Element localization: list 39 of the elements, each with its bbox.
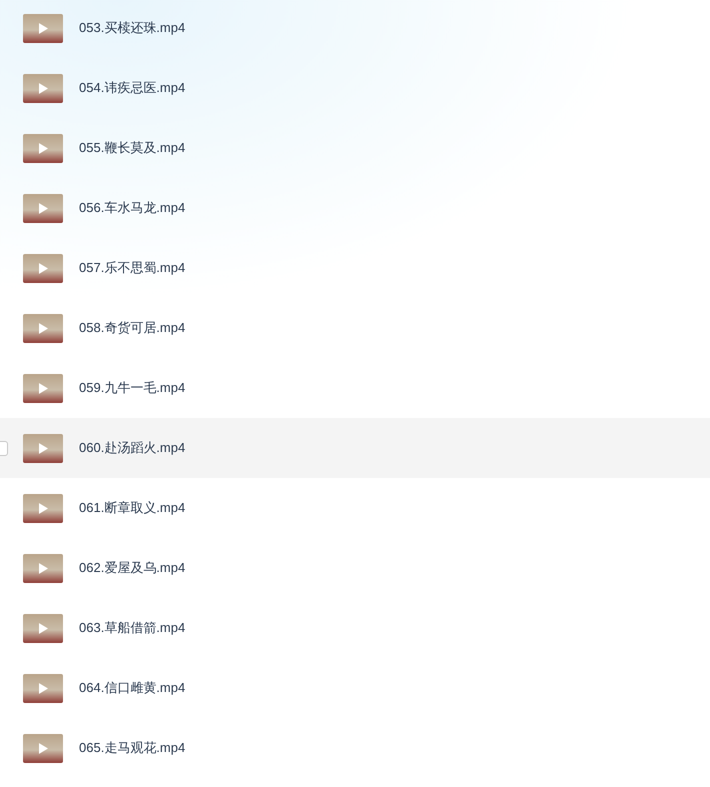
- play-icon: [38, 562, 48, 574]
- file-name[interactable]: 058.奇货可居.mp4: [79, 319, 186, 337]
- play-icon: [38, 382, 48, 394]
- file-name[interactable]: 055.鞭长莫及.mp4: [79, 139, 186, 157]
- file-row[interactable]: 062.爱屋及乌.mp4: [0, 538, 710, 598]
- play-icon: [38, 142, 48, 154]
- file-row[interactable]: 055.鞭长莫及.mp4: [0, 118, 710, 178]
- file-name[interactable]: 059.九牛一毛.mp4: [79, 379, 186, 397]
- file-name[interactable]: 053.买椟还珠.mp4: [79, 19, 186, 37]
- play-icon: [38, 82, 48, 94]
- file-row[interactable]: 054.讳疾忌医.mp4: [0, 58, 710, 118]
- play-icon: [38, 322, 48, 334]
- file-row[interactable]: 060.赴汤蹈火.mp4: [0, 418, 710, 478]
- play-icon: [38, 682, 48, 694]
- file-name[interactable]: 064.信口雌黄.mp4: [79, 679, 186, 697]
- file-row[interactable]: 061.断章取义.mp4: [0, 478, 710, 538]
- file-row[interactable]: 057.乐不思蜀.mp4: [0, 238, 710, 298]
- play-icon: [38, 202, 48, 214]
- file-name[interactable]: 056.车水马龙.mp4: [79, 199, 186, 217]
- play-icon: [38, 502, 48, 514]
- file-row[interactable]: 058.奇货可居.mp4: [0, 298, 710, 358]
- play-icon: [38, 262, 48, 274]
- file-name[interactable]: 057.乐不思蜀.mp4: [79, 259, 186, 277]
- file-row[interactable]: 056.车水马龙.mp4: [0, 178, 710, 238]
- play-icon: [38, 442, 48, 454]
- file-row[interactable]: 065.走马观花.mp4: [0, 718, 710, 778]
- file-row[interactable]: 059.九牛一毛.mp4: [0, 358, 710, 418]
- file-row[interactable]: 064.信口雌黄.mp4: [0, 658, 710, 718]
- file-name[interactable]: 060.赴汤蹈火.mp4: [79, 439, 186, 457]
- file-row[interactable]: 063.草船借箭.mp4: [0, 598, 710, 658]
- play-icon: [38, 742, 48, 754]
- file-name[interactable]: 065.走马观花.mp4: [79, 739, 186, 757]
- file-name[interactable]: 061.断章取义.mp4: [79, 499, 186, 517]
- file-row[interactable]: 053.买椟还珠.mp4: [0, 0, 710, 58]
- play-icon: [38, 22, 48, 34]
- play-icon: [38, 622, 48, 634]
- file-name[interactable]: 062.爱屋及乌.mp4: [79, 559, 186, 577]
- file-name[interactable]: 054.讳疾忌医.mp4: [79, 79, 186, 97]
- file-name[interactable]: 063.草船借箭.mp4: [79, 619, 186, 637]
